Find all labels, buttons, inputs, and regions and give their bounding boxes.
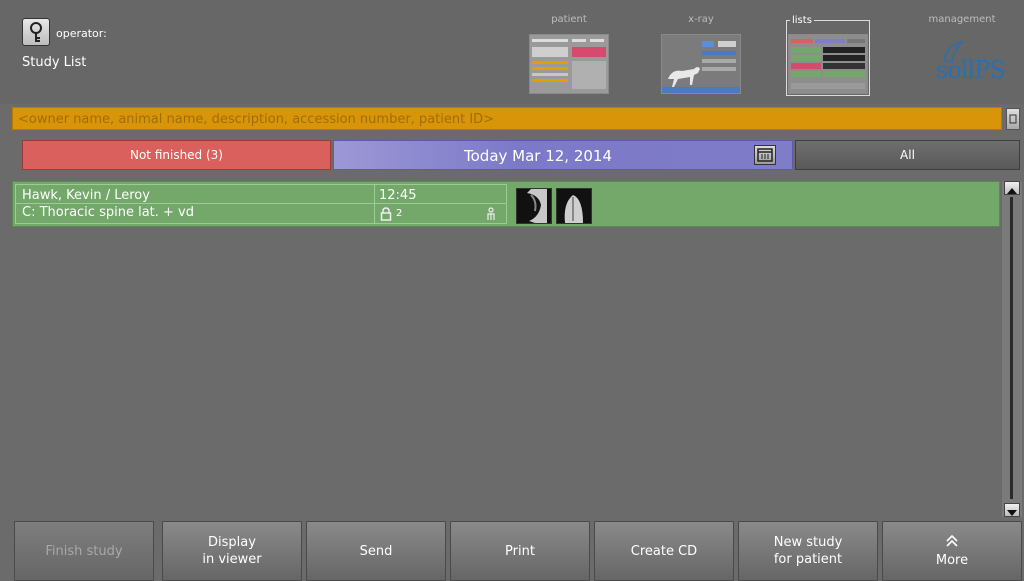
tab-management-label: management [928, 14, 996, 25]
print-button[interactable]: Print [450, 521, 590, 581]
row-divider [374, 185, 375, 223]
operator-label: operator: [56, 27, 107, 40]
tab-patient[interactable]: patient [519, 14, 619, 96]
send-button[interactable]: Send [306, 521, 446, 581]
owner-animal-name: Hawk, Kevin / Leroy [22, 188, 150, 203]
display-in-viewer-button[interactable]: Display in viewer [162, 521, 302, 581]
search-bar [12, 107, 1002, 130]
finish-study-label: Finish study [45, 543, 123, 559]
clear-icon [1009, 114, 1017, 124]
study-description: C: Thoracic spine lat. + vd [22, 205, 194, 220]
chevron-double-up-icon [946, 534, 958, 547]
page-title: Study List [22, 55, 87, 70]
search-clear-button[interactable] [1006, 108, 1020, 130]
operator-login-button[interactable] [22, 18, 50, 46]
lists-thumbnail [788, 34, 868, 94]
logo-text: sollPS [936, 56, 1006, 84]
search-input[interactable] [13, 109, 1001, 130]
create-cd-label: Create CD [630, 543, 698, 559]
xray-thumbnail [661, 34, 741, 94]
create-cd-button[interactable]: Create CD [594, 521, 734, 581]
soft-ips-logo: sollPS [926, 40, 1006, 94]
display-viewer-label-line1: Display [208, 535, 256, 550]
lock-icon [380, 207, 392, 221]
row-divider [16, 203, 506, 204]
tab-xray-label: x-ray [688, 14, 714, 25]
new-study-for-patient-button[interactable]: New study for patient [738, 521, 878, 581]
scroll-track[interactable] [1010, 197, 1013, 499]
scroll-down-button[interactable] [1004, 503, 1020, 517]
display-viewer-label-line2: in viewer [202, 552, 262, 567]
patient-thumbnail [529, 34, 609, 94]
more-label: More [935, 552, 969, 568]
key-icon [30, 22, 42, 42]
bottom-toolbar: Finish study Display in viewer Send Prin… [0, 521, 1024, 581]
image-count: 2 [396, 208, 403, 219]
xray-image-thumbnail[interactable] [516, 188, 552, 224]
filter-date[interactable]: Today Mar 12, 2014 [333, 140, 793, 170]
send-label: Send [359, 543, 393, 559]
scroll-up-button[interactable] [1004, 181, 1020, 195]
header: operator: Study List patient x-ray lists… [0, 0, 1024, 104]
study-time: 12:45 [379, 188, 417, 203]
tab-management[interactable]: management sollPS [910, 14, 1014, 96]
finish-study-button[interactable]: Finish study [14, 521, 154, 581]
tab-lists-label: lists [790, 15, 814, 26]
filter-not-finished[interactable]: Not finished (3) [22, 140, 331, 170]
filter-all[interactable]: All [795, 140, 1020, 170]
print-label: Print [505, 543, 535, 559]
calendar-icon [757, 148, 773, 162]
study-list: Hawk, Kevin / Leroy C: Thoracic spine la… [12, 181, 1000, 517]
tab-patient-label: patient [551, 14, 587, 25]
study-row[interactable]: Hawk, Kevin / Leroy C: Thoracic spine la… [12, 181, 1000, 227]
new-study-label-line2: for patient [773, 552, 843, 567]
arrow-up-icon [1007, 188, 1017, 194]
list-scrollbar[interactable] [1002, 181, 1022, 517]
new-study-label-line1: New study [773, 535, 843, 550]
study-info: Hawk, Kevin / Leroy C: Thoracic spine la… [15, 184, 507, 224]
tab-xray[interactable]: x-ray [651, 14, 751, 96]
tab-lists[interactable]: lists [784, 14, 872, 96]
more-button[interactable]: More [882, 521, 1022, 581]
person-icon [487, 207, 495, 220]
xray-image-thumbnail[interactable] [556, 188, 592, 224]
arrow-down-icon [1007, 510, 1017, 516]
date-label: Today Mar 12, 2014 [464, 147, 613, 165]
calendar-button[interactable] [754, 145, 776, 165]
